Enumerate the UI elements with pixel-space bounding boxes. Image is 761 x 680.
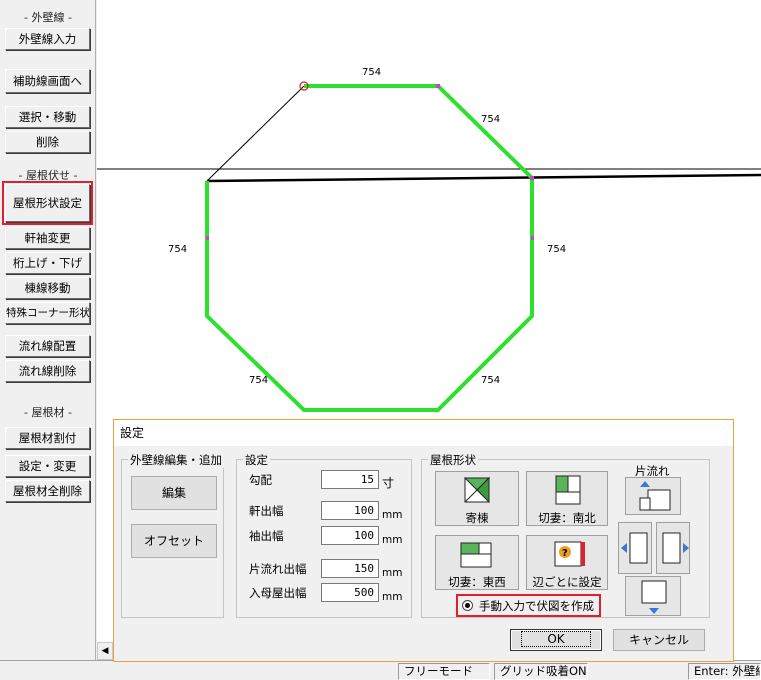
- dim-label-bottom-left: 754: [249, 375, 268, 386]
- settings-group: 設定 勾配 15 寸 軒出幅 100 mm 袖出幅 100 mm 片流れ出幅 1…: [236, 452, 412, 618]
- gable-ew-icon: [460, 542, 492, 568]
- shed-north-icon: [639, 481, 671, 511]
- per-edge-icon: ?: [554, 541, 585, 567]
- slope-input[interactable]: 15: [321, 470, 379, 489]
- slope-label: 勾配: [249, 473, 272, 487]
- section-outer-wall: - 外壁線 -: [24, 11, 72, 24]
- roof-material-layout-button[interactable]: 屋根材割付: [5, 427, 90, 449]
- ok-button[interactable]: OK: [510, 629, 602, 651]
- vertex-marker: [530, 176, 534, 180]
- dim-label-top-right: 754: [481, 114, 500, 125]
- sidebar: - 外壁線 - 外壁線入力 補助線画面へ 選択・移動 削除 - 屋根伏せ - 屋…: [0, 0, 96, 660]
- sleeve-width-input[interactable]: 100: [321, 526, 379, 545]
- vertex-marker: [436, 84, 440, 88]
- eaves-sleeve-change-button[interactable]: 軒袖変更: [5, 227, 90, 249]
- outer-wall-polyline[interactable]: [205, 84, 534, 412]
- shed-north-button[interactable]: [625, 477, 681, 515]
- shed-west-button[interactable]: [618, 522, 652, 574]
- cancel-button[interactable]: キャンセル: [613, 629, 705, 651]
- settings-change-button[interactable]: 設定・変更: [5, 455, 90, 477]
- draft-wall-line: [206, 85, 305, 182]
- edit-button[interactable]: 編集: [131, 476, 217, 510]
- settings-group-label: 設定: [243, 452, 270, 468]
- vertex-marker: [531, 236, 534, 240]
- settings-dialog: 設定 外壁線編集・追加 編集 オフセット 設定 勾配 15 寸 軒出幅 100 …: [113, 419, 734, 662]
- ok-label: OK: [521, 631, 591, 647]
- shed-width-unit: mm: [382, 567, 403, 579]
- gable-ew-button[interactable]: 切妻：東西: [435, 535, 519, 590]
- outer-wall-edit-group: 外壁線編集・追加 編集 オフセット: [121, 452, 224, 618]
- eaves-width-input[interactable]: 100: [321, 501, 379, 520]
- vertex-marker: [206, 236, 209, 240]
- aux-line-screen-button[interactable]: 補助線画面へ: [5, 69, 90, 93]
- manual-input-label: 手動入力で伏図を作成: [479, 599, 594, 613]
- dim-label-top: 754: [362, 67, 381, 78]
- flow-line-delete-button[interactable]: 流れ線削除: [5, 360, 90, 382]
- status-grid-snap: グリッド吸着ON: [494, 663, 588, 680]
- manual-input-option[interactable]: 手動入力で伏図を作成: [456, 594, 601, 617]
- section-roof-material: - 屋根材 -: [24, 406, 72, 419]
- shed-west-icon: [621, 532, 648, 564]
- irimoya-width-unit: mm: [382, 591, 403, 603]
- irimoya-width-label: 入母屋出幅: [249, 586, 307, 600]
- hip-roof-label: 寄棟: [465, 511, 489, 525]
- sleeve-width-label: 袖出幅: [249, 529, 284, 543]
- per-edge-button[interactable]: ? 辺ごとに設定: [526, 535, 608, 590]
- special-corner-shape-button[interactable]: 特殊コーナー形状: [5, 302, 90, 324]
- status-bar: フリーモード グリッド吸着ON Enter: 外壁線: [0, 660, 761, 680]
- scroll-left-button[interactable]: ◀: [97, 642, 113, 660]
- svg-text:?: ?: [562, 548, 568, 559]
- shed-south-button[interactable]: [625, 576, 681, 616]
- gable-ew-label: 切妻：東西: [448, 575, 506, 589]
- section-roof-plan: - 屋根伏せ -: [18, 169, 78, 182]
- status-hint: Enter: 外壁線: [688, 663, 761, 680]
- dim-label-left: 754: [168, 244, 187, 255]
- shed-width-input[interactable]: 150: [321, 559, 379, 578]
- outer-wall-edit-group-label: 外壁線編集・追加: [128, 452, 224, 468]
- select-move-button[interactable]: 選択・移動: [5, 106, 90, 128]
- shed-east-button[interactable]: [656, 522, 690, 574]
- hip-roof-button[interactable]: 寄棟: [435, 471, 519, 526]
- status-mode: フリーモード: [398, 663, 490, 680]
- eaves-width-label: 軒出幅: [249, 504, 284, 518]
- app-window: - 外壁線 - 外壁線入力 補助線画面へ 選択・移動 削除 - 屋根伏せ - 屋…: [0, 0, 761, 680]
- dim-label-bottom-right: 754: [481, 375, 500, 386]
- beam-raise-lower-button[interactable]: 桁上げ・下げ: [5, 252, 90, 274]
- roof-edge-line: [206, 173, 761, 183]
- flow-line-place-button[interactable]: 流れ線配置: [5, 335, 90, 357]
- hip-roof-icon: [463, 476, 491, 504]
- roof-shape-group-label: 屋根形状: [428, 452, 478, 468]
- gable-ns-button[interactable]: 切妻：南北: [526, 471, 608, 526]
- irimoya-width-input[interactable]: 500: [321, 583, 379, 602]
- dim-label-right: 754: [547, 244, 566, 255]
- shed-south-icon: [641, 580, 667, 614]
- sleeve-width-unit: mm: [382, 534, 403, 546]
- roof-shape-settings-button[interactable]: 屋根形状設定: [2, 181, 93, 225]
- dialog-title: 設定: [114, 420, 733, 446]
- eaves-width-unit: mm: [382, 509, 403, 521]
- delete-button[interactable]: 削除: [5, 131, 90, 153]
- roof-material-delete-all-button[interactable]: 屋根材全削除: [5, 480, 90, 502]
- shed-east-icon: [662, 532, 689, 564]
- outer-wall-input-button[interactable]: 外壁線入力: [5, 28, 90, 50]
- ridge-line-move-button[interactable]: 棟線移動: [5, 277, 90, 299]
- gable-ns-label: 切妻：南北: [538, 511, 596, 525]
- per-edge-label: 辺ごとに設定: [532, 575, 602, 589]
- gable-ns-icon: [555, 475, 581, 505]
- shed-width-label: 片流れ出幅: [249, 562, 307, 576]
- manual-input-radio[interactable]: [462, 600, 473, 611]
- slope-unit: 寸: [382, 476, 395, 490]
- offset-button[interactable]: オフセット: [131, 524, 217, 558]
